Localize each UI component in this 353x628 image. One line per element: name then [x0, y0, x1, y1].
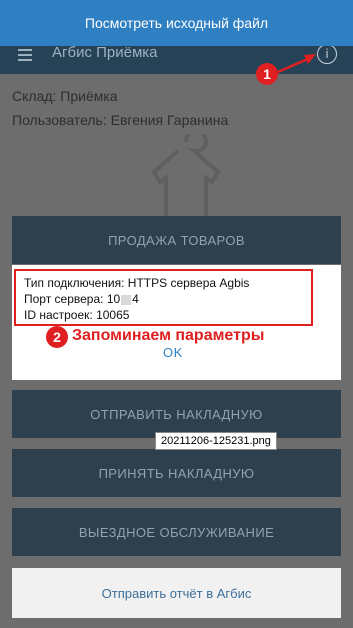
field-service-button[interactable]: ВЫЕЗДНОЕ ОБСЛУЖИВАНИЕ [12, 508, 341, 556]
connection-type-text: Тип подключения: HTTPS сервера Agbis [24, 276, 250, 290]
viewer-title[interactable]: Посмотреть исходный файл [85, 15, 268, 31]
file-name-tooltip: 20211206-125231.png [155, 432, 277, 450]
hamburger-menu-icon[interactable] [18, 49, 32, 64]
send-report-button[interactable]: Отправить отчёт в Агбис [12, 568, 341, 618]
server-port-prefix: Порт сервера: 10 [24, 292, 121, 306]
server-port-suffix: 4 [132, 292, 139, 306]
step-1-badge: 1 [256, 63, 278, 85]
redacted-digits [121, 294, 132, 305]
sell-goods-label: ПРОДАЖА ТОВАРОВ [108, 232, 245, 248]
viewer-title-bar[interactable]: Посмотреть исходный файл [0, 0, 353, 46]
send-invoice-button[interactable]: ОТПРАВИТЬ НАКЛАДНУЮ [12, 390, 341, 438]
settings-id-text: ID настроек: 10065 [24, 308, 130, 322]
send-report-label: Отправить отчёт в Агбис [101, 585, 252, 601]
sell-goods-button[interactable]: ПРОДАЖА ТОВАРОВ [12, 216, 341, 264]
accept-invoice-label: ПРИНЯТЬ НАКЛАДНУЮ [98, 465, 255, 481]
server-port-text: Порт сервера: 10 4 [24, 292, 139, 306]
remember-parameters-note: Запоминаем параметры [72, 327, 265, 344]
accept-invoice-button[interactable]: ПРИНЯТЬ НАКЛАДНУЮ [12, 449, 341, 497]
app-title: Агбис Приёмка [52, 44, 158, 61]
user-label: Пользователь: Евгения Гаранина [12, 112, 229, 128]
info-icon[interactable]: i [317, 44, 337, 64]
field-service-label: ВЫЕЗДНОЕ ОБСЛУЖИВАНИЕ [78, 524, 275, 540]
ok-button[interactable]: OK [163, 345, 183, 360]
warehouse-label: Склад: Приёмка [12, 88, 118, 104]
send-invoice-label: ОТПРАВИТЬ НАКЛАДНУЮ [90, 406, 263, 422]
step-2-badge: 2 [46, 326, 68, 348]
